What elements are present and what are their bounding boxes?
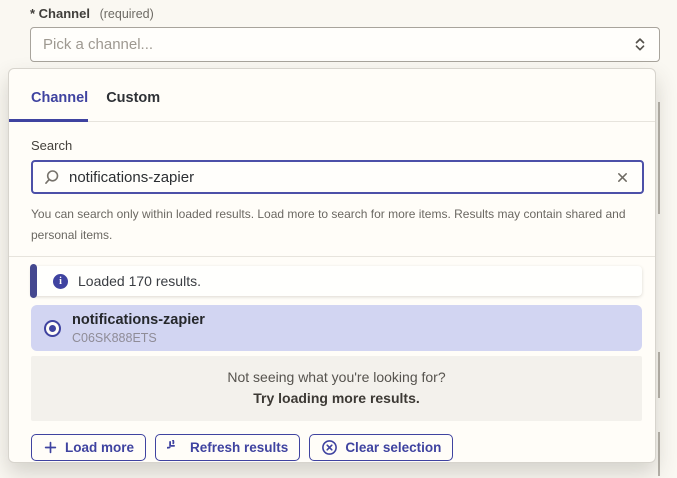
channel-select-placeholder: Pick a channel... (43, 36, 633, 53)
info-icon: i (53, 274, 68, 289)
loaded-results-banner: i Loaded 170 results. (31, 266, 642, 296)
refresh-icon (167, 440, 183, 456)
background-field-edge (658, 102, 660, 214)
tab-custom[interactable]: Custom (106, 90, 160, 121)
load-more-prompt: Not seeing what you're looking for? Try … (31, 356, 642, 421)
action-bar: Load more Refresh results Clear selectio… (31, 434, 655, 461)
search-clear-button[interactable] (612, 167, 633, 188)
result-name: notifications-zapier (72, 312, 205, 329)
search-input[interactable] (69, 169, 603, 186)
prompt-question: Not seeing what you're looking for? (31, 369, 642, 385)
refresh-results-label: Refresh results (190, 440, 288, 455)
background-field-edge (658, 432, 660, 476)
result-id: C06SK888ETS (72, 331, 205, 345)
field-label-text: * Channel (30, 6, 90, 21)
plus-icon (43, 440, 58, 455)
chevron-up-down-icon (633, 36, 647, 53)
load-more-label: Load more (65, 440, 134, 455)
radio-selected-icon[interactable] (44, 320, 61, 337)
background-field-edge (658, 352, 660, 398)
refresh-results-button[interactable]: Refresh results (155, 434, 300, 461)
loaded-results-text: Loaded 170 results. (78, 273, 201, 289)
tab-bar: Channel Custom (9, 69, 655, 122)
clear-selection-label: Clear selection (345, 440, 441, 455)
clear-circle-x-icon (321, 439, 338, 456)
tab-channel[interactable]: Channel (9, 90, 88, 121)
field-required-note: (required) (100, 7, 154, 21)
x-icon (616, 171, 629, 184)
result-row-notifications-zapier[interactable]: notifications-zapier C06SK888ETS (31, 305, 642, 351)
clear-selection-button[interactable]: Clear selection (309, 434, 453, 461)
load-more-button[interactable]: Load more (31, 434, 146, 461)
search-box (31, 160, 644, 194)
section-divider (9, 256, 655, 257)
result-text: notifications-zapier C06SK888ETS (72, 312, 205, 345)
channel-select[interactable]: Pick a channel... (30, 27, 660, 62)
prompt-try-loading-link[interactable]: Try loading more results. (31, 390, 642, 406)
search-helper-text: You can search only within loaded result… (31, 204, 646, 245)
field-label: * Channel (required) (30, 6, 154, 21)
search-icon (43, 169, 60, 186)
search-label: Search (31, 138, 642, 153)
channel-dropdown-panel: Channel Custom Search You can search onl… (8, 68, 656, 463)
search-section: Search (9, 122, 655, 194)
